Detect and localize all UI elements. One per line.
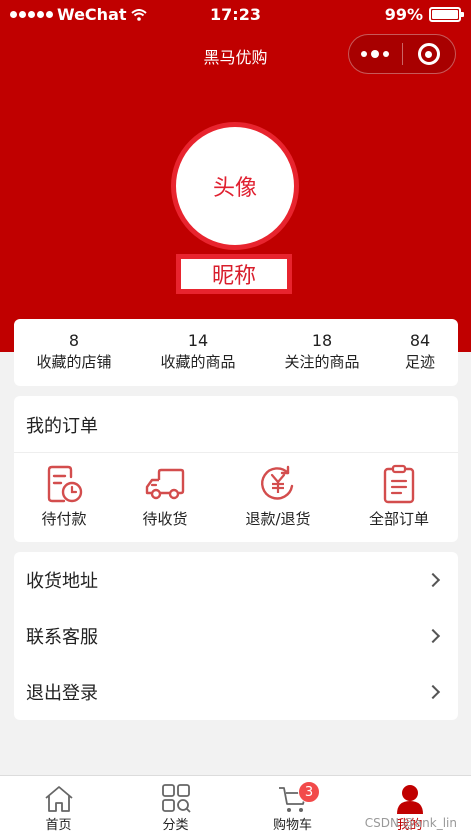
profile-header: WeChat 17:23 99% 黑马优购 头像 昵称 <box>0 0 471 352</box>
tab-label: 购物车 <box>272 818 312 833</box>
stat-value: 8 <box>68 331 80 350</box>
status-bar: WeChat 17:23 99% <box>0 0 471 30</box>
stat-label: 关注的商品 <box>284 353 360 371</box>
cart-badge: 3 <box>298 781 320 803</box>
clipboard-icon <box>383 464 415 504</box>
stat-label: 足迹 <box>404 353 435 371</box>
delivery-truck-icon <box>145 468 185 500</box>
stat-footprints[interactable]: 84 足迹 <box>390 331 450 373</box>
mini-program-capsule <box>348 34 456 74</box>
orders-title: 我的订单 <box>26 416 98 437</box>
menu-item-label: 联系客服 <box>26 627 98 648</box>
order-refund[interactable]: 退款/退货 <box>223 464 333 529</box>
battery-icon <box>429 7 464 22</box>
avatar[interactable]: 头像 <box>171 122 299 250</box>
more-button[interactable] <box>349 35 402 73</box>
stat-favorite-shops[interactable]: 8 收藏的店铺 <box>24 331 124 373</box>
menu-item-customer-service[interactable]: 联系客服 <box>14 608 458 664</box>
chevron-right-icon <box>425 684 441 700</box>
stat-label: 收藏的商品 <box>160 353 236 371</box>
order-awaiting-delivery[interactable]: 待收货 <box>110 464 220 529</box>
stat-favorite-goods[interactable]: 14 收藏的商品 <box>148 331 248 373</box>
nickname[interactable]: 昵称 <box>176 254 292 294</box>
stat-value: 84 <box>409 331 431 350</box>
battery-info: 99% <box>384 5 464 24</box>
tab-label: 首页 <box>45 818 72 833</box>
menu-item-address[interactable]: 收货地址 <box>14 552 458 608</box>
order-label: 退款/退货 <box>245 510 311 528</box>
more-dots-icon <box>361 50 390 58</box>
order-label: 待付款 <box>41 510 87 528</box>
pending-payment-icon <box>47 465 83 503</box>
stat-value: 14 <box>187 331 209 350</box>
menu-item-label: 收货地址 <box>26 571 98 592</box>
settings-menu: 收货地址 联系客服 退出登录 <box>14 552 458 720</box>
stats-card: 8 收藏的店铺 14 收藏的商品 18 关注的商品 84 足迹 <box>14 319 458 386</box>
user-icon <box>396 785 423 814</box>
refund-icon <box>261 465 294 500</box>
orders-card: 我的订单 待付款 待收货 退款/退货 全部订单 <box>14 396 458 542</box>
category-icon <box>161 784 191 813</box>
menu-item-label: 退出登录 <box>26 683 98 704</box>
orders-divider <box>14 452 458 453</box>
watermark: CSDN @ank_lin <box>364 816 457 830</box>
menu-item-logout[interactable]: 退出登录 <box>14 664 458 720</box>
tab-category[interactable]: 分类 <box>117 776 234 836</box>
order-pending-payment[interactable]: 待付款 <box>9 464 119 529</box>
stat-label: 收藏的店铺 <box>36 353 112 371</box>
tab-bar: 首页 分类 3 购物车 我的 CSDN @ank_lin <box>0 775 471 836</box>
order-label: 全部订单 <box>368 510 429 528</box>
target-icon <box>417 43 440 65</box>
tab-home[interactable]: 首页 <box>0 776 117 836</box>
order-all[interactable]: 全部订单 <box>344 464 454 529</box>
tab-cart[interactable]: 3 购物车 <box>234 776 351 836</box>
chevron-right-icon <box>425 572 441 588</box>
stat-value: 18 <box>311 331 333 350</box>
close-mini-program-button[interactable] <box>402 35 455 73</box>
tab-label: 分类 <box>162 818 189 833</box>
stat-followed-goods[interactable]: 18 关注的商品 <box>272 331 372 373</box>
chevron-right-icon <box>425 628 441 644</box>
battery-percent: 99% <box>384 5 423 24</box>
order-label: 待收货 <box>142 510 188 528</box>
home-icon <box>44 786 73 812</box>
